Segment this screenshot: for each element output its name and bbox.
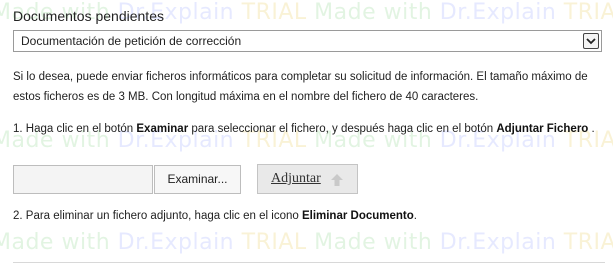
step1-browse-keyword: Examinar [136, 123, 189, 135]
step2-delete-keyword: Eliminar Documento [301, 210, 414, 222]
attach-button-label: Adjuntar [271, 171, 321, 186]
document-type-select[interactable]: Documentación de petición de corrección [13, 30, 602, 52]
section-title: Documentos pendientes [13, 8, 164, 24]
arrow-up-icon [330, 173, 344, 187]
step1-suffix: . [588, 123, 595, 135]
chevron-down-icon[interactable] [583, 33, 599, 49]
step1-middle: para seleccionar el fichero, y después h… [188, 123, 497, 135]
watermark-row: Made with Dr.Explain TRIAL Made with Dr.… [0, 230, 613, 255]
attach-button[interactable]: Adjuntar [257, 164, 358, 194]
step2-suffix: . [413, 210, 417, 222]
step1-prefix: 1. Haga clic en el botón [13, 123, 137, 135]
file-name-field[interactable] [13, 165, 153, 194]
instruction-step-2: 2. Para eliminar un fichero adjunto, hag… [13, 206, 605, 226]
browse-button[interactable]: Examinar... [154, 165, 241, 194]
info-paragraph: Si lo desea, puede enviar ficheros infor… [13, 71, 588, 103]
select-value: Documentación de petición de corrección [21, 34, 242, 48]
instruction-step-1: 1. Haga clic en el botón Examinar para s… [13, 119, 605, 139]
step1-attach-keyword: Adjuntar Fichero [496, 123, 589, 135]
step2-prefix: 2. Para eliminar un fichero adjunto, hag… [13, 210, 302, 222]
divider [13, 262, 605, 263]
